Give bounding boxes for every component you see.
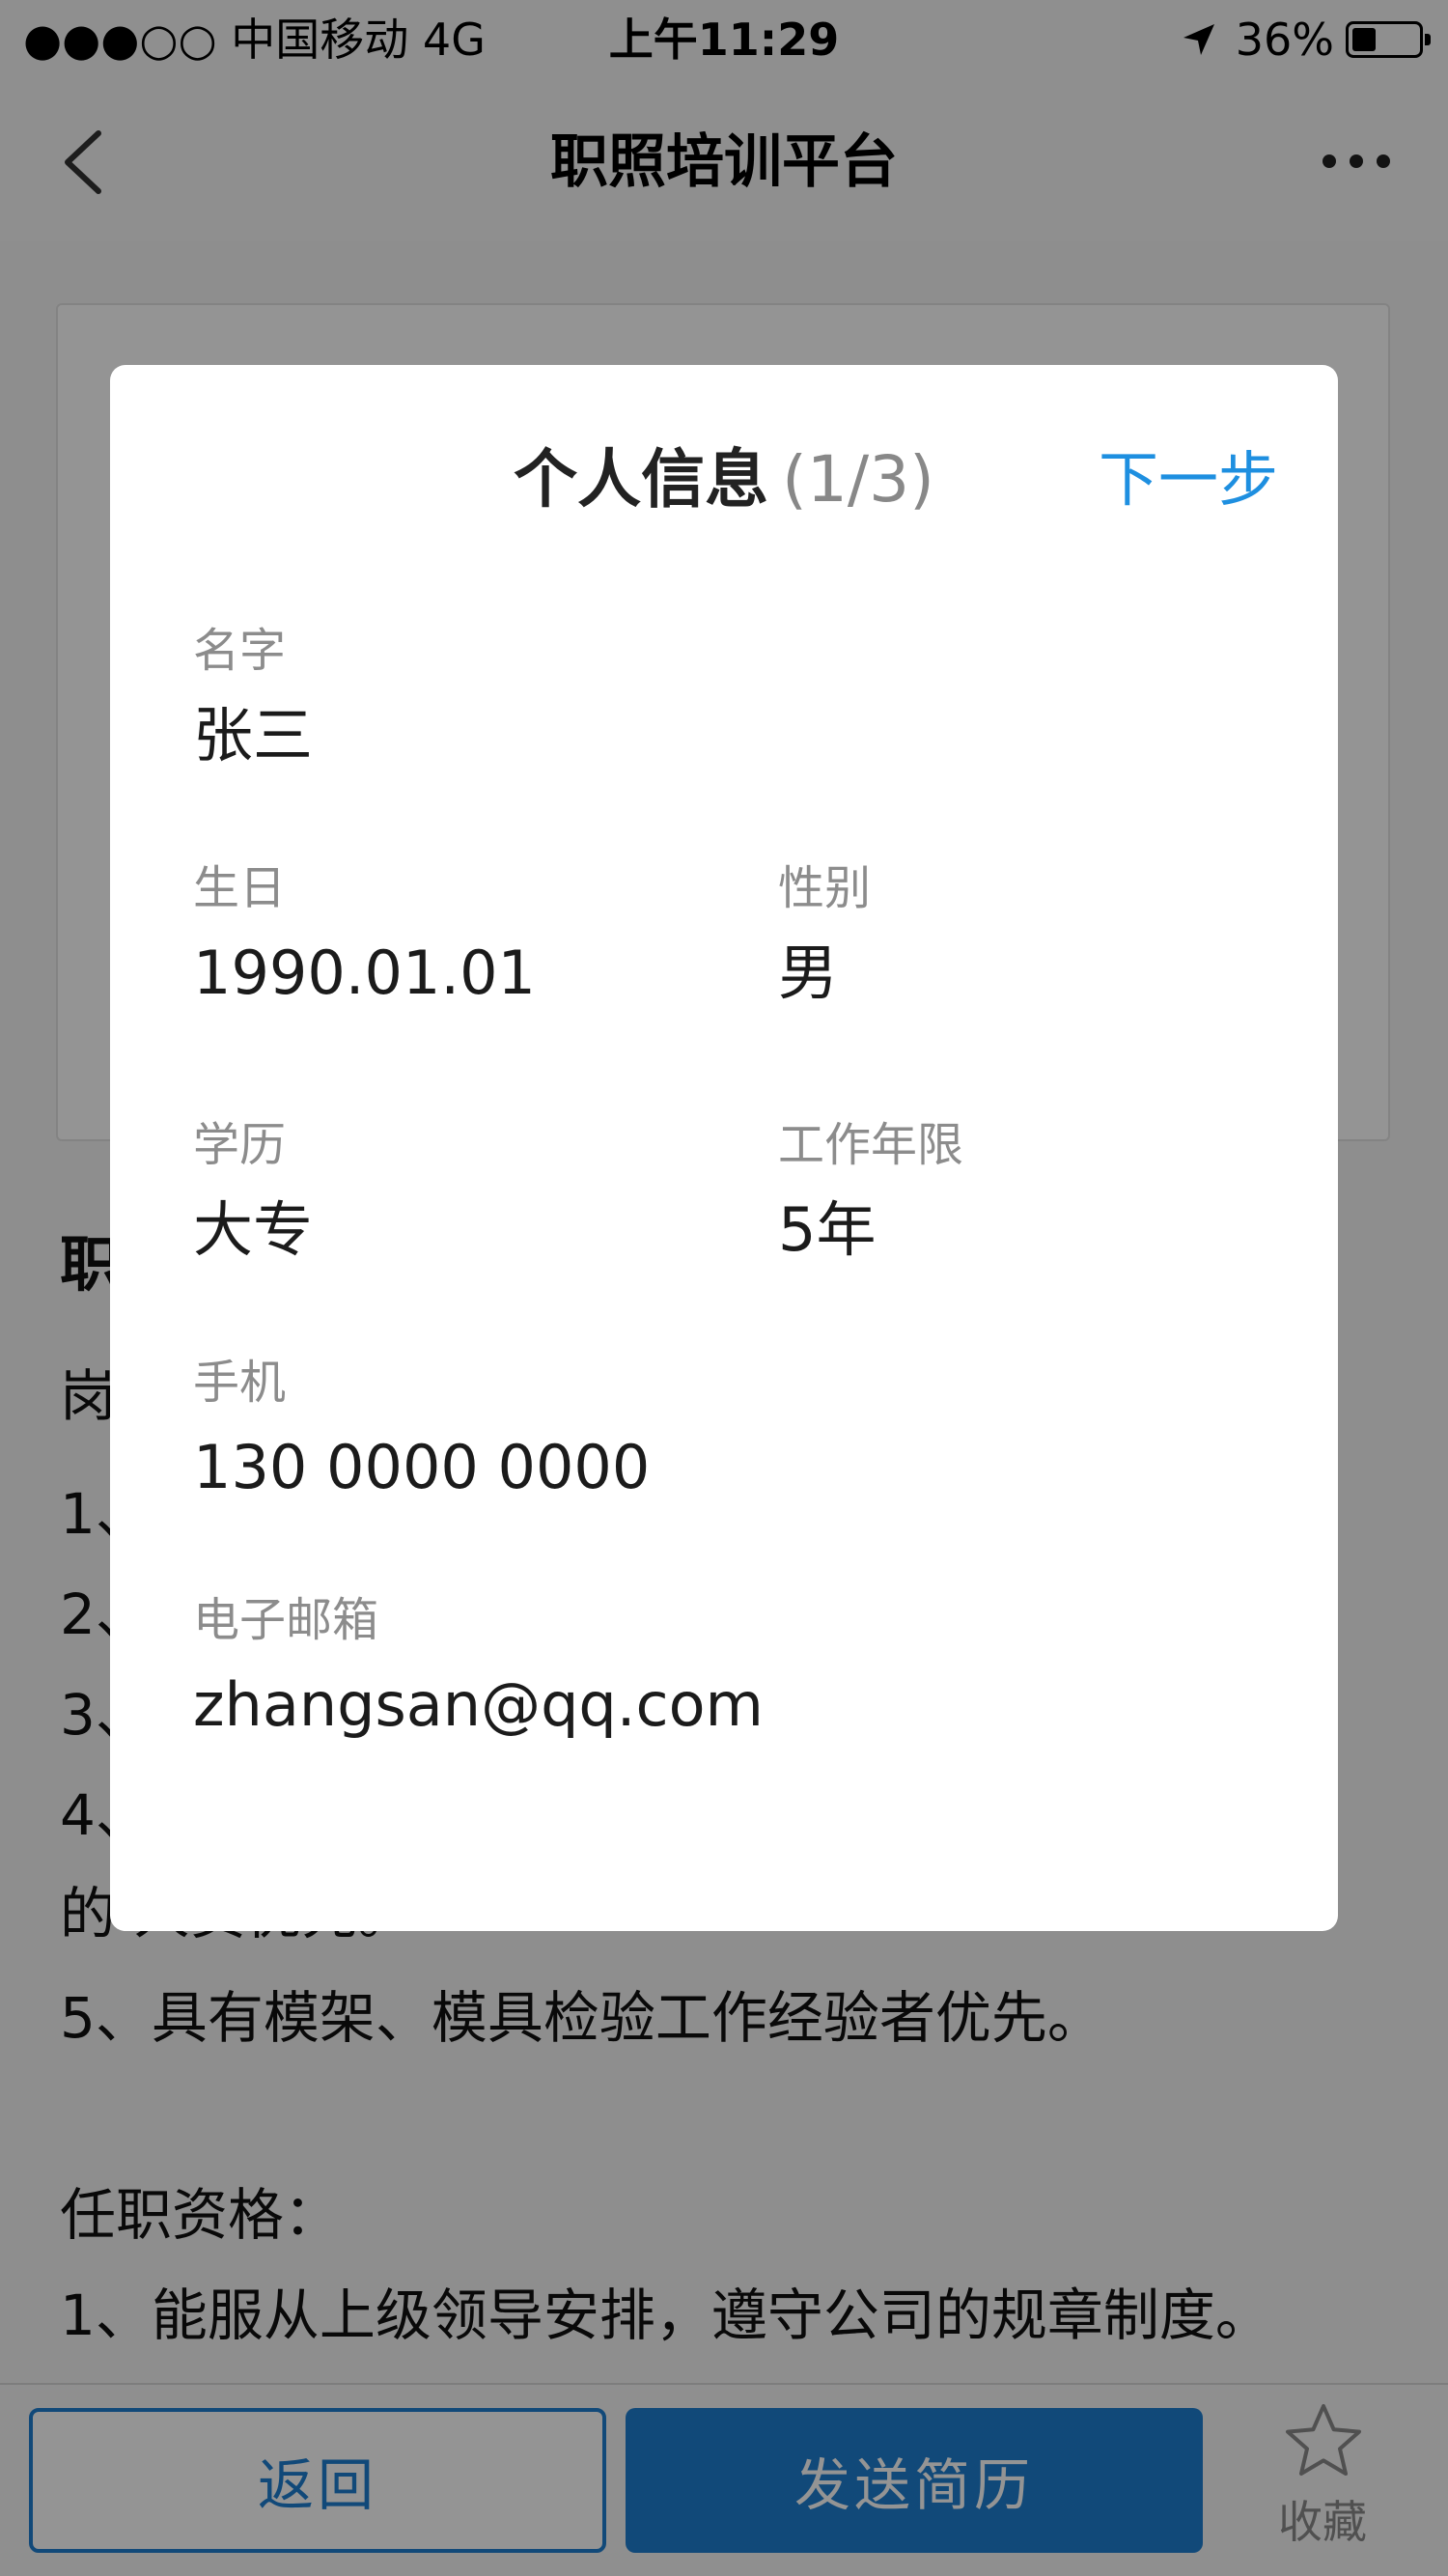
field-label: 名字: [193, 624, 287, 678]
field-phone: 手机 130 0000 0000: [193, 1354, 650, 1504]
field-value: 5年: [778, 1194, 877, 1265]
field-value: 大专: [193, 1194, 314, 1265]
dialog-title-text: 个人信息: [514, 442, 769, 517]
field-label: 生日: [193, 861, 287, 915]
next-step-button[interactable]: 下一步: [1099, 436, 1278, 523]
field-label: 手机: [193, 1356, 287, 1410]
field-email: 电子邮箱 zhangsan@qq.com: [193, 1591, 764, 1742]
field-value: 1990.01.01: [193, 938, 536, 1008]
step-indicator: (1/3): [782, 442, 934, 517]
field-value: 130 0000 0000: [193, 1432, 651, 1502]
field-label: 工作年限: [778, 1118, 964, 1172]
field-value: 男: [778, 938, 839, 1008]
field-name: 名字 张三: [193, 622, 313, 772]
field-education: 学历 大专: [193, 1116, 313, 1267]
field-value: 张三: [193, 700, 314, 770]
field-label: 学历: [193, 1118, 287, 1172]
field-gender: 性别 男: [778, 859, 871, 1010]
field-work-years: 工作年限 5年: [778, 1116, 963, 1267]
field-value: zhangsan@qq.com: [193, 1669, 764, 1740]
field-label: 性别: [778, 861, 872, 915]
field-birthday: 生日 1990.01.01: [193, 859, 536, 1010]
field-label: 电子邮箱: [193, 1593, 379, 1647]
personal-info-dialog: 个人信息 (1/3) 下一步 名字 张三 生日 1990.01.01 性别 男 学…: [110, 365, 1338, 1931]
